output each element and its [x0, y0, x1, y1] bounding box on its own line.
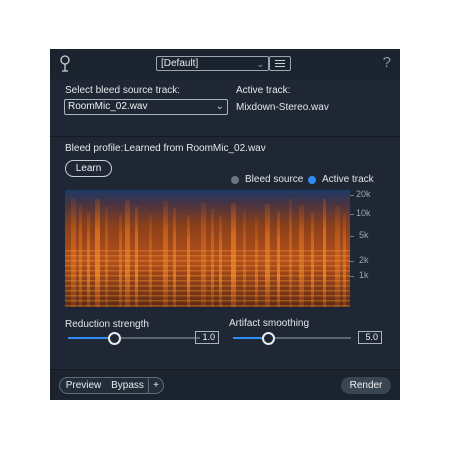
spectrogram-band	[65, 305, 350, 307]
menu-icon-line	[275, 66, 285, 67]
bleed-source-select[interactable]: RoomMic_02.wav ⌄	[64, 99, 228, 115]
preset-value: [Default]	[161, 58, 199, 69]
bleed-profile-label: Bleed profile:	[65, 143, 124, 154]
reduction-value-field[interactable]: 1.0	[195, 331, 219, 344]
preset-dropdown[interactable]: [Default] ⌄	[156, 56, 269, 71]
selected-track: RoomMic_02.wav	[68, 101, 148, 112]
frequency-label: 5k	[359, 230, 369, 240]
spectrogram-band	[65, 290, 350, 292]
spectrogram-burst	[211, 209, 214, 307]
spectrogram-band	[65, 285, 350, 287]
render-button[interactable]: Render	[341, 377, 391, 394]
menu-icon-line	[275, 60, 285, 61]
profile-panel: Bleed profile: Learned from RoomMic_02.w…	[50, 137, 400, 369]
reduction-strength-label: Reduction strength	[65, 319, 149, 330]
active-track-legend[interactable]: Active track	[322, 174, 374, 185]
bleed-source-legend[interactable]: Bleed source	[245, 174, 303, 185]
chevron-down-icon: ⌄	[215, 101, 224, 112]
microphone-icon[interactable]	[59, 55, 71, 73]
spectrogram-band	[65, 295, 350, 297]
frequency-label: 2k	[359, 255, 369, 265]
frequency-tick	[350, 276, 354, 277]
learn-button[interactable]: Learn	[65, 160, 112, 177]
spectrogram-burst	[87, 212, 90, 307]
artifact-smoothing-label: Artifact smoothing	[229, 318, 310, 329]
frequency-tick	[350, 195, 354, 196]
active-track-value: Mixdown-Stereo.wav	[236, 102, 329, 113]
spectrogram-band	[65, 270, 350, 272]
frequency-tick	[350, 261, 354, 262]
spectrogram-burst	[173, 208, 176, 307]
bleed-source-legend-dot	[231, 176, 239, 184]
bypass-button[interactable]: Bypass	[107, 377, 149, 394]
active-track-label: Active track:	[236, 85, 291, 96]
spectrogram-band	[65, 265, 350, 267]
menu-icon-line	[275, 63, 285, 64]
add-button[interactable]: +	[149, 377, 164, 394]
frequency-label: 1k	[359, 270, 369, 280]
top-bar: [Default] ⌄ ?	[50, 49, 400, 79]
reduction-slider-thumb[interactable]	[108, 332, 121, 345]
spectrogram	[65, 190, 350, 307]
frequency-axis: 20k 10k 5k 2k 1k	[350, 189, 390, 307]
spectrogram-band	[65, 300, 350, 302]
chevron-down-icon: ⌄	[256, 59, 264, 69]
plugin-window: [Default] ⌄ ? Select bleed source track:…	[50, 49, 400, 400]
frequency-label: 20k	[356, 189, 371, 199]
frequency-tick	[350, 236, 354, 237]
smoothing-slider-thumb[interactable]	[262, 332, 275, 345]
bleed-profile-value: Learned from RoomMic_02.wav	[124, 143, 266, 154]
active-track-legend-dot	[308, 176, 316, 184]
frequency-tick	[350, 214, 354, 215]
spectrogram-burst	[135, 207, 138, 307]
help-icon[interactable]: ?	[383, 54, 391, 71]
spectrogram-band	[65, 255, 350, 257]
spectrogram-burst	[277, 211, 280, 307]
spectrogram-burst	[311, 212, 314, 307]
preview-button[interactable]: Preview	[59, 377, 108, 394]
preset-menu-button[interactable]	[269, 56, 291, 71]
footer-bar: Preview Bypass + Render	[50, 369, 400, 400]
spectrogram-band	[65, 250, 350, 252]
spectrogram-band	[65, 280, 350, 282]
frequency-label: 10k	[356, 208, 371, 218]
smoothing-value-field[interactable]: 5.0	[358, 331, 382, 344]
select-source-label: Select bleed source track:	[65, 85, 181, 96]
spectrogram-burst	[255, 217, 258, 307]
spectrogram-burst	[243, 210, 246, 307]
spectrogram-band	[65, 260, 350, 262]
source-panel: Select bleed source track: RoomMic_02.wa…	[50, 79, 400, 136]
spectrogram-band	[65, 275, 350, 277]
